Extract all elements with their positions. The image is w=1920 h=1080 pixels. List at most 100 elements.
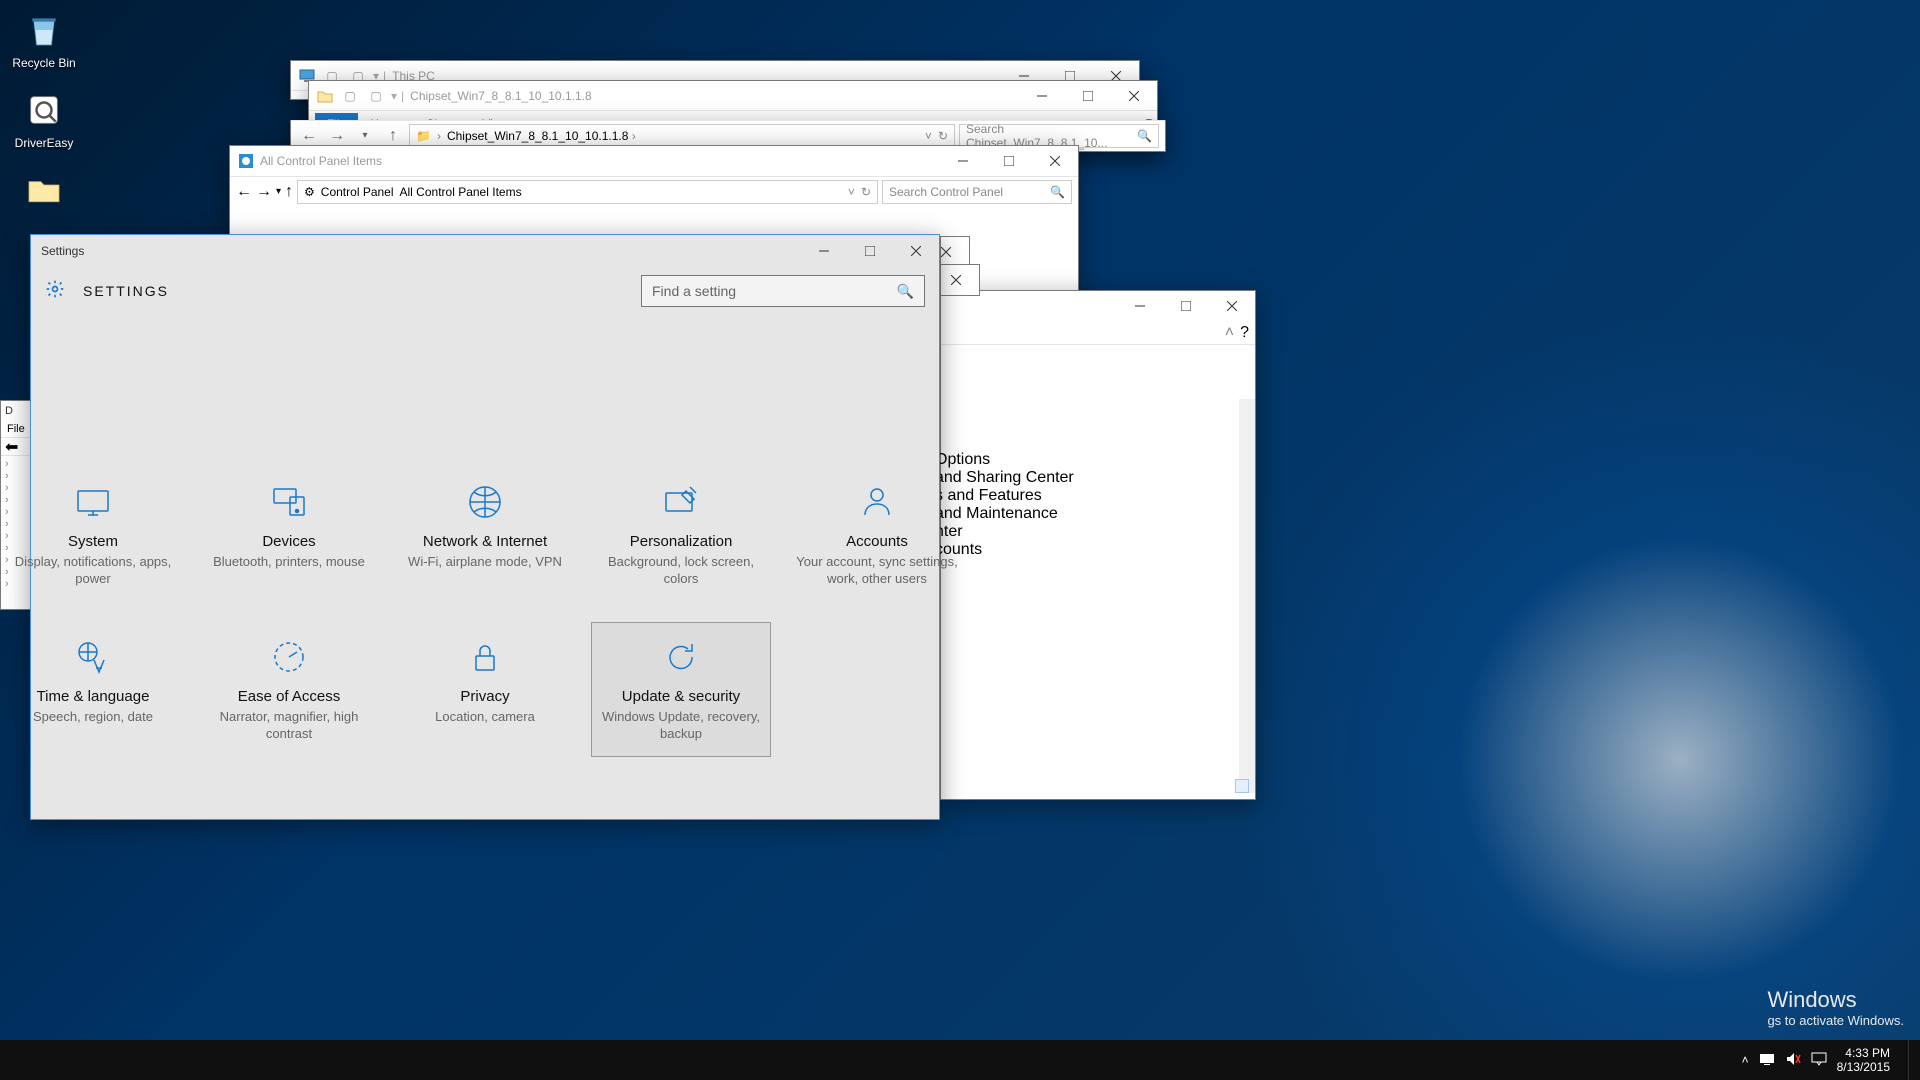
monitor-icon xyxy=(9,481,177,523)
folder-icon xyxy=(317,88,333,104)
up-button[interactable]: ↑ xyxy=(285,183,293,201)
page-heading: SETTINGS xyxy=(83,283,169,299)
titlebar[interactable]: ▢ ▢ ▾ | Chipset_Win7_8_8.1_10_10.1.1.8 xyxy=(309,81,1157,111)
address-bar[interactable]: ⚙ Control Panel All Control Panel Items … xyxy=(297,180,878,204)
address-bar[interactable]: 📁 Chipset_Win7_8_8.1_10_10.1.1.8 ˅ ↻ xyxy=(409,124,955,148)
desktop-icon-label: DriverEasy xyxy=(6,136,82,150)
titlebar[interactable]: Settings xyxy=(31,235,939,267)
maximize-button[interactable] xyxy=(847,236,893,266)
settings-tile-update-security[interactable]: Update & security Windows Update, recover… xyxy=(591,622,771,757)
settings-tile-system[interactable]: SystemDisplay, notifications, apps, powe… xyxy=(3,467,183,602)
forward-button[interactable]: → xyxy=(256,183,272,201)
close-button[interactable] xyxy=(893,236,939,266)
minimize-button[interactable] xyxy=(940,146,986,176)
taskbar-clock[interactable]: 4:33 PM 8/13/2015 xyxy=(1837,1046,1890,1075)
close-button[interactable] xyxy=(1032,146,1078,176)
person-icon xyxy=(793,481,961,523)
back-button[interactable]: ← xyxy=(297,124,321,148)
settings-grid: SystemDisplay, notifications, apps, powe… xyxy=(31,307,939,817)
update-icon xyxy=(597,636,765,678)
tile-name: Network & Internet xyxy=(401,533,569,550)
breadcrumb-item[interactable]: Control Panel xyxy=(321,185,394,199)
window-title: Settings xyxy=(31,244,801,258)
maximize-button[interactable] xyxy=(1163,291,1209,321)
breadcrumb-item[interactable]: Chipset_Win7_8_8.1_10_10.1.1.8 xyxy=(447,129,636,143)
settings-tile-time-language[interactable]: Time & languageSpeech, region, date xyxy=(3,622,183,757)
folder-icon: 📁 xyxy=(416,129,431,143)
breadcrumb-item[interactable] xyxy=(437,129,441,143)
back-button[interactable]: ← xyxy=(236,183,252,201)
help-icon[interactable]: ? xyxy=(1240,324,1249,342)
tile-desc: Background, lock screen, colors xyxy=(597,554,765,588)
titlebar[interactable]: All Control Panel Items xyxy=(230,146,1078,176)
settings-search[interactable]: Find a setting 🔍 xyxy=(641,275,925,307)
globe-icon xyxy=(401,481,569,523)
volume-icon[interactable] xyxy=(1785,1051,1801,1070)
scrollbar[interactable] xyxy=(1239,399,1255,793)
titlebar[interactable] xyxy=(941,291,1255,321)
tile-desc: Location, camera xyxy=(401,709,569,726)
desktop-icon-folder[interactable] xyxy=(6,166,82,216)
settings-tile-accounts[interactable]: AccountsYour account, sync settings, wor… xyxy=(787,467,967,602)
refresh-icon[interactable]: ↻ xyxy=(861,185,871,199)
chevron-up-icon[interactable]: ˄ xyxy=(1225,324,1234,342)
refresh-icon[interactable]: ↻ xyxy=(938,129,948,143)
search-placeholder: Search Control Panel xyxy=(889,185,1003,199)
qat-icon[interactable]: ▢ xyxy=(365,85,387,107)
tray-overflow-icon[interactable]: ˄ xyxy=(1742,1053,1749,1067)
tile-desc: Your account, sync settings, work, other… xyxy=(793,554,961,588)
clock-date: 8/13/2015 xyxy=(1837,1060,1890,1074)
settings-tile-ease-of-access[interactable]: Ease of AccessNarrator, magnifier, high … xyxy=(199,622,379,757)
details-pane-toggle[interactable] xyxy=(1235,779,1249,793)
explorer-body: Options and Sharing Center s and Feature… xyxy=(941,345,1255,799)
window-settings[interactable]: Settings SETTINGS Find a setting 🔍 Syste… xyxy=(30,234,940,820)
tile-name: Personalization xyxy=(597,533,765,550)
tile-desc: Windows Update, recovery, backup xyxy=(597,709,765,743)
settings-tile-personalization[interactable]: Personalization Background, lock screen, … xyxy=(591,467,771,602)
system-tray: ˄ xyxy=(1742,1051,1827,1070)
search-icon: 🔍 xyxy=(897,283,914,300)
gear-icon xyxy=(45,279,65,304)
window-title: Chipset_Win7_8_8.1_10_10.1.1.8 xyxy=(410,89,591,103)
recycle-bin-icon xyxy=(20,6,68,54)
maximize-button[interactable] xyxy=(986,146,1032,176)
window-title: D xyxy=(1,405,13,417)
dropdown-icon[interactable]: ˅ xyxy=(925,129,932,143)
tile-name: Ease of Access xyxy=(205,688,373,705)
lang-icon xyxy=(9,636,177,678)
qat-icon[interactable]: ▢ xyxy=(339,85,361,107)
window-title: All Control Panel Items xyxy=(260,154,382,168)
close-button[interactable] xyxy=(1111,81,1157,111)
clock-time: 4:33 PM xyxy=(1837,1046,1890,1060)
taskbar[interactable]: ˄ 4:33 PM 8/13/2015 xyxy=(0,1040,1920,1080)
desktop-icon-recycle-bin[interactable]: Recycle Bin xyxy=(6,6,82,70)
action-center-icon[interactable] xyxy=(1811,1051,1827,1070)
history-dropdown[interactable]: ▾ xyxy=(276,186,281,197)
activation-watermark: Windows gs to activate Windows. xyxy=(1767,987,1904,1028)
show-desktop-button[interactable] xyxy=(1908,1040,1914,1080)
back-icon[interactable]: ⬅ xyxy=(5,437,18,457)
desktop-icon-drivereasy[interactable]: DriverEasy xyxy=(6,86,82,150)
search-box[interactable]: Search Chipset_Win7_8_8.1_10... 🔍 xyxy=(959,124,1159,148)
close-button[interactable] xyxy=(1209,291,1255,321)
tile-name: Devices xyxy=(205,533,373,550)
search-placeholder: Find a setting xyxy=(652,283,736,299)
settings-tile-privacy[interactable]: PrivacyLocation, camera xyxy=(395,622,575,757)
settings-tile-devices[interactable]: DevicesBluetooth, printers, mouse xyxy=(199,467,379,602)
minimize-button[interactable] xyxy=(1019,81,1065,111)
dropdown-icon[interactable]: ˅ xyxy=(848,185,855,199)
tile-name: Update & security xyxy=(597,688,765,705)
maximize-button[interactable] xyxy=(1065,81,1111,111)
breadcrumb-item[interactable]: All Control Panel Items xyxy=(400,185,522,199)
history-dropdown[interactable]: ▾ xyxy=(353,124,377,148)
forward-button[interactable]: → xyxy=(325,124,349,148)
tile-name: System xyxy=(9,533,177,550)
network-icon[interactable] xyxy=(1759,1051,1775,1070)
minimize-button[interactable] xyxy=(1117,291,1163,321)
window-explorer-blank[interactable]: ˄ ? Options and Sharing Center s and Fea… xyxy=(940,290,1256,800)
settings-tile-network-internet[interactable]: Network & InternetWi-Fi, airplane mode, … xyxy=(395,467,575,602)
drivereasy-icon xyxy=(20,86,68,134)
search-box[interactable]: Search Control Panel 🔍 xyxy=(882,180,1072,204)
up-button[interactable]: ↑ xyxy=(381,124,405,148)
minimize-button[interactable] xyxy=(801,236,847,266)
